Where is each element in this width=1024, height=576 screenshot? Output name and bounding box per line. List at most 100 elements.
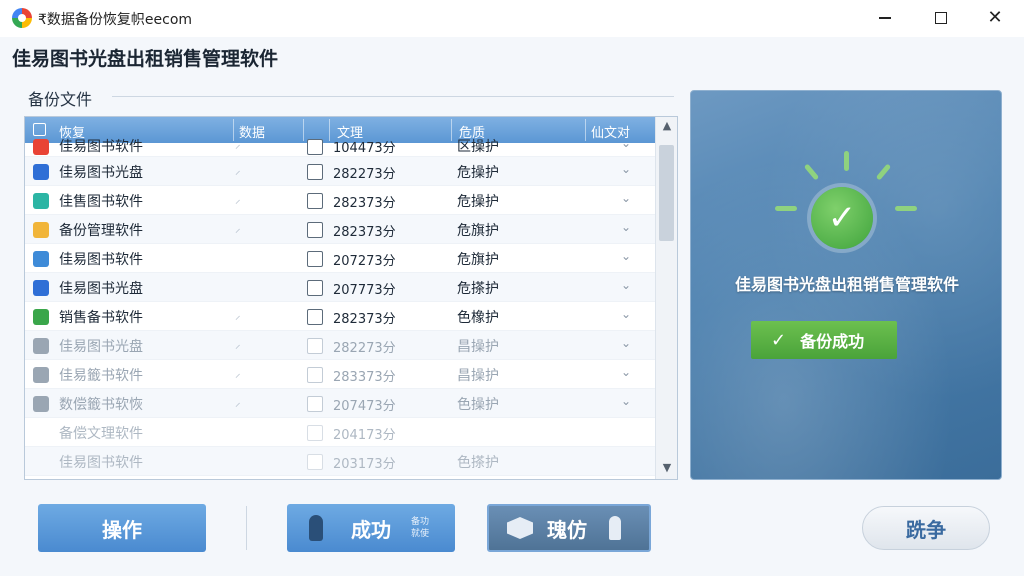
backup-success-button[interactable]: ✓ 备份成功 [751,321,897,359]
colorful-circle-icon [33,139,49,155]
row-status: 危搽护 [457,281,499,297]
row-checkbox[interactable] [307,454,323,470]
table-row[interactable]: 佳易图书光盘 ⸝ 282273分 昌操护 ⌄ [25,331,655,360]
chevron-down-icon[interactable]: ⌄ [621,249,631,263]
app-logo-icon [12,8,32,28]
chevron-down-icon[interactable]: ⌄ [621,365,631,379]
row-checkbox[interactable] [307,338,323,354]
row-name: 佳易图书光盘 [59,165,143,181]
chevron-down-icon[interactable]: ⌄ [621,307,631,321]
row-name: 佳易籤书软件 [59,368,143,384]
row-size: 282273分 [333,167,396,182]
mail-icon [33,193,49,209]
row-data-mark: ⸝ [235,193,241,206]
row-checkbox[interactable] [307,367,323,383]
close-button[interactable]: ✕ [972,4,1018,32]
window-title: ₹数据备份恢复帜eecom [38,12,193,28]
microphone-icon [309,515,323,541]
close-icon: ✕ [987,7,1003,28]
third-action-button[interactable]: 瑰仿 [487,504,651,552]
row-checkbox[interactable] [307,396,323,412]
row-data-mark: ⸝ [235,309,241,322]
button-divider [246,506,247,550]
square-icon [33,338,49,354]
row-data-mark: ⸝ [235,138,241,151]
lamp-icon [609,516,621,540]
row-status: 区操护 [457,139,499,155]
row-name: 备份管理软件 [59,223,143,239]
row-checkbox[interactable] [307,425,323,441]
check-circle-icon [33,280,49,296]
backup-file-table[interactable]: 恢复 数据 文理 危质 仙文对 佳易图书软件 ⸝ 104473分 区操护 ⌄ 佳易图书光盘… [24,116,678,480]
row-status: 危旗护 [457,252,499,268]
vertical-scrollbar[interactable]: ▲ ▼ [655,117,677,479]
chevron-down-icon[interactable]: ⌄ [621,162,631,176]
operate-button[interactable]: 操作 [38,504,206,552]
row-status: 色搽护 [457,455,499,471]
chevron-down-icon[interactable]: ⌄ [621,136,631,150]
section-divider [112,96,674,97]
maximize-button[interactable] [918,4,964,32]
success-caption: 备功 就使 [411,517,430,539]
scroll-thumb[interactable] [659,145,674,241]
table-row[interactable]: 备份管理软件 ⸝ 282373分 危旗护 ⌄ [25,215,655,244]
scroll-up-icon[interactable]: ▲ [656,119,677,135]
row-checkbox[interactable] [307,222,323,238]
minimize-button[interactable] [862,4,908,32]
scroll-down-icon[interactable]: ▼ [656,461,677,477]
row-size: 282373分 [333,225,396,240]
section-title: 备份文件 [28,90,93,109]
row-status: 昌操护 [457,339,499,355]
checkmark-icon: ✓ [771,329,787,351]
table-row[interactable]: 佳易图书软件 207273分 危旗护 ⌄ [25,244,655,273]
chevron-down-icon[interactable]: ⌄ [621,394,631,408]
chevron-down-icon[interactable]: ⌄ [621,336,631,350]
row-checkbox[interactable] [307,139,323,155]
third-action-label: 瑰仿 [547,517,587,542]
row-status: 色橡护 [457,310,499,326]
operate-label: 操作 [102,517,142,542]
table-row[interactable]: 佳偿籤书软件202173分 [25,476,655,479]
row-checkbox[interactable] [307,164,323,180]
row-status: 色操护 [457,397,499,413]
table-row[interactable]: 备偿文理软件 204173分 [25,418,655,447]
table-row[interactable]: 佳售图书软件 ⸝ 282373分 危操护 ⌄ [25,186,655,215]
chevron-down-icon[interactable]: ⌄ [621,191,631,205]
success-label: 成功 [351,517,391,542]
select-all-checkbox[interactable] [33,123,46,136]
row-size: 207273分 [333,254,396,269]
row-size: 283373分 [333,370,396,385]
title-bar: ₹数据备份恢复帜eecom ✕ [0,0,1024,37]
exit-label: 跣争 [906,517,946,542]
row-data-mark: ⸝ [235,396,241,409]
chevron-down-icon[interactable]: ⌄ [621,220,631,234]
column-separator [329,119,330,141]
column-separator [585,119,586,141]
table-row[interactable]: 销售备书软件 ⸝ 282373分 色橡护 ⌄ [25,302,655,331]
success-button[interactable]: 成功 备功 就使 [287,504,455,552]
minimize-icon [879,17,891,19]
table-row[interactable]: 佳易图书光盘 ⸝ 282273分 危操护 ⌄ [25,157,655,186]
table-row[interactable]: 佳易图书软件 203173分 色搽护 [25,447,655,476]
exit-button[interactable]: 跣争 [862,506,990,550]
row-data-mark: ⸝ [235,164,241,177]
table-row[interactable]: 数偿籤书软恢 ⸝ 207473分 色操护 ⌄ [25,389,655,418]
backup-success-label: 备份成功 [800,332,865,351]
chevron-down-icon[interactable]: ⌄ [621,278,631,292]
row-checkbox[interactable] [307,280,323,296]
column-separator [451,119,452,141]
row-size: 282373分 [333,196,396,211]
row-checkbox[interactable] [307,251,323,267]
table-row[interactable]: 佳易籤书软件 ⸝ 283373分 昌操护 ⌄ [25,360,655,389]
row-size: 203173分 [333,457,396,472]
tag-icon [33,396,49,412]
row-checkbox[interactable] [307,309,323,325]
row-checkbox[interactable] [307,193,323,209]
cube-icon [507,517,533,539]
table-row[interactable]: 佳易图书软件 ⸝ 104473分 区操护 ⌄ [25,136,655,157]
row-size: 282373分 [333,312,396,327]
row-name: 佳售图书软件 [59,194,143,210]
row-name: 佳易图书软件 [59,252,143,268]
row-name: 佳易图书光盘 [59,281,143,297]
table-row[interactable]: 佳易图书光盘 207773分 危搽护 ⌄ [25,273,655,302]
